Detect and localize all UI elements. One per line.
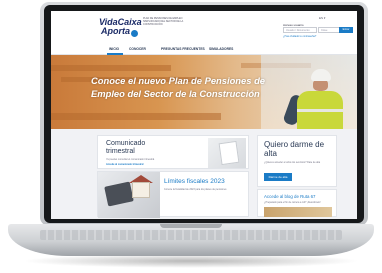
nav-item-conocer[interactable]: Conocer — [129, 47, 146, 51]
card-blog-title: Accede al blog de Ruta 67 — [264, 194, 316, 199]
laptop-base — [8, 224, 374, 256]
card-limites-text: Conoce la fiscalidad de 2023 para los pl… — [164, 188, 227, 191]
user-input[interactable]: Usuario / Documento — [283, 27, 317, 33]
nav-item-simuladores[interactable]: Simuladores — [209, 47, 233, 51]
hero-title: Conoce el nuevo Plan de Pensiones de Emp… — [91, 75, 266, 99]
card-comunicado-title: Comunicado trimestral — [106, 140, 146, 155]
site-tagline: Plan de pensiones de empleo simplificado… — [143, 17, 184, 26]
hero-plank — [51, 65, 171, 71]
card-alta: Quiero darme de alta ¿Quieres acceder a … — [257, 135, 337, 187]
laptop-mockup: VidaCaixa Aporta Plan de pensiones de em… — [0, 0, 382, 273]
content-area: Comunicado trimestral Ya puedes consulta… — [51, 129, 357, 219]
main-nav: Inicio Conocer Preguntas frecuentes Simu… — [51, 45, 357, 55]
worker-vest-stripe — [297, 109, 343, 112]
card-limites-title: Límites fiscales 2023 — [164, 178, 225, 185]
card-comunicado[interactable]: Comunicado trimestral Ya puedes consulta… — [97, 135, 249, 169]
hard-hat-icon — [311, 69, 331, 81]
signup-button[interactable]: Darme de alta — [264, 173, 292, 181]
forgot-password-link[interactable]: ¿Has olvidado tu contraseña? — [283, 35, 316, 38]
laptop-screen: VidaCaixa Aporta Plan de pensiones de em… — [51, 11, 357, 219]
hero-plank — [51, 113, 221, 120]
card-comunicado-text: Ya puedes consultar el comunicado trimes… — [106, 158, 155, 161]
nav-item-inicio[interactable]: Inicio — [109, 47, 119, 51]
card-alta-title: Quiero darme de alta — [264, 140, 325, 158]
card-blog[interactable]: Accede al blog de Ruta 67 ¿Preparado par… — [257, 189, 337, 217]
card-alta-text: ¿Quieres acceder a todos los servicios? … — [264, 161, 321, 164]
laptop-shadow — [22, 254, 360, 268]
site-header: VidaCaixa Aporta Plan de pensiones de em… — [51, 11, 357, 45]
house-icon — [132, 182, 150, 198]
card-blog-image — [264, 207, 332, 217]
login-button[interactable]: Entrar — [339, 27, 353, 33]
card-comunicado-link[interactable]: Accede al comunicado trimestral — [106, 163, 143, 166]
nav-item-faq[interactable]: Preguntas frecuentes — [161, 47, 205, 51]
card-blog-text: ¿Preparado para el fin de carrera a mil?… — [264, 201, 321, 204]
laptop-keyboard — [40, 230, 342, 240]
laptop-notch — [160, 224, 222, 228]
hero-banner[interactable]: Conoce el nuevo Plan de Pensiones de Emp… — [51, 55, 357, 129]
logo-mark-icon — [131, 30, 138, 37]
document-icon — [218, 140, 240, 166]
language-selector[interactable]: ES ▾ — [319, 16, 325, 20]
card-limites[interactable]: Límites fiscales 2023 Conoce la fiscalid… — [97, 171, 249, 218]
logo-aporta[interactable]: Aporta — [101, 26, 130, 36]
